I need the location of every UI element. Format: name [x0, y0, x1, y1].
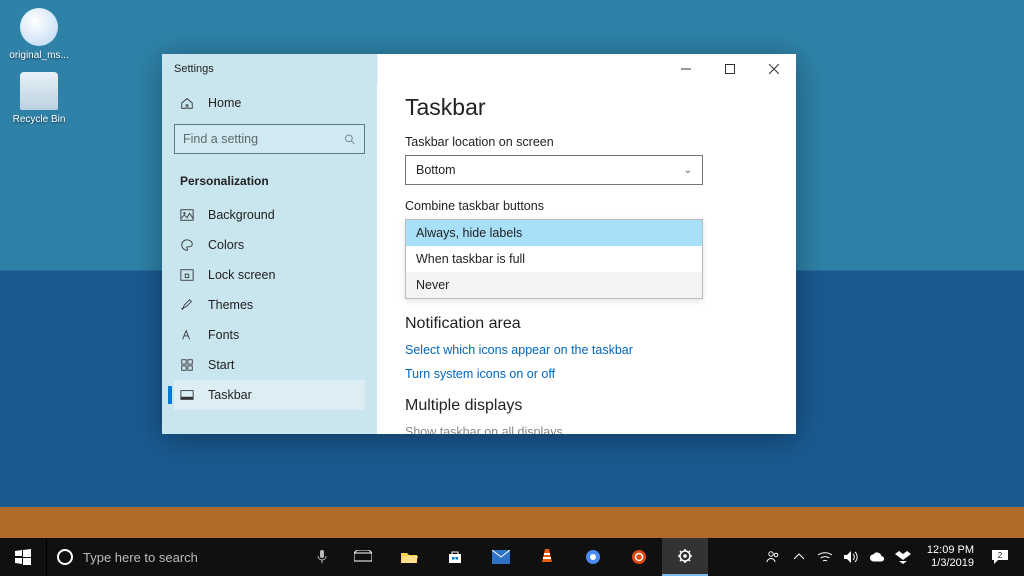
search-input[interactable]: [183, 132, 344, 146]
lock-icon: [180, 268, 194, 282]
taskbar-app-store[interactable]: [432, 538, 478, 576]
chrome-icon: [585, 549, 601, 565]
sidebar-item-taskbar[interactable]: Taskbar: [174, 380, 365, 410]
desktop-icon-label: original_ms...: [4, 50, 74, 61]
desktop-icon-mail[interactable]: original_ms...: [4, 8, 74, 61]
desktop-icon-recycle-bin[interactable]: Recycle Bin: [4, 72, 74, 125]
sidebar-item-themes[interactable]: Themes: [174, 290, 365, 320]
action-center-button[interactable]: 2: [984, 549, 1016, 565]
tray-people[interactable]: [765, 549, 781, 565]
multiple-displays-heading: Multiple displays: [405, 397, 768, 415]
combine-dropdown[interactable]: Always, hide labels When taskbar is full…: [405, 219, 703, 299]
taskbar: Type here to search: [0, 538, 1024, 576]
sidebar-item-background[interactable]: Background: [174, 200, 365, 230]
sidebar-home-label: Home: [208, 96, 241, 110]
sidebar-category: Personalization: [174, 164, 365, 200]
windows-icon: [15, 549, 31, 565]
tray-volume[interactable]: [843, 549, 859, 565]
combine-label: Combine taskbar buttons: [405, 199, 768, 213]
link-select-icons[interactable]: Select which icons appear on the taskbar: [405, 343, 768, 357]
taskbar-app-ubuntu[interactable]: [616, 538, 662, 576]
taskbar-search-placeholder: Type here to search: [83, 550, 294, 565]
titlebar[interactable]: Settings: [162, 54, 796, 84]
font-icon: [180, 328, 194, 342]
taskbar-app-explorer[interactable]: [386, 538, 432, 576]
notification-icon: 2: [991, 549, 1009, 565]
minimize-icon: [681, 64, 691, 74]
settings-window: Settings Home: [162, 54, 796, 434]
combine-option-always[interactable]: Always, hide labels: [406, 220, 702, 246]
taskbar-app-settings[interactable]: [662, 538, 708, 576]
ubuntu-icon: [631, 549, 647, 565]
tray-network[interactable]: [817, 549, 833, 565]
maximize-button[interactable]: [708, 54, 752, 84]
combine-option-whenfull[interactable]: When taskbar is full: [406, 246, 702, 272]
sidebar-item-start[interactable]: Start: [174, 350, 365, 380]
content-pane: Taskbar Taskbar location on screen Botto…: [377, 84, 796, 434]
location-label: Taskbar location on screen: [405, 135, 768, 149]
mail-icon: [20, 8, 58, 46]
sidebar-item-label: Taskbar: [208, 388, 252, 402]
search-box[interactable]: [174, 124, 365, 154]
cortana-icon: [57, 549, 73, 565]
brush-icon: [180, 298, 194, 312]
svg-text:2: 2: [998, 551, 1003, 560]
grid-icon: [180, 358, 194, 372]
location-select-value: Bottom: [416, 163, 456, 177]
multi-toggle-label: Show taskbar on all displays: [405, 425, 768, 434]
sidebar-item-colors[interactable]: Colors: [174, 230, 365, 260]
taskbar-app-vlc[interactable]: [524, 538, 570, 576]
link-system-icons[interactable]: Turn system icons on or off: [405, 367, 768, 381]
maximize-icon: [725, 64, 735, 74]
mic-icon: [316, 549, 328, 565]
sidebar-item-label: Start: [208, 358, 234, 372]
tray-overflow[interactable]: [791, 549, 807, 565]
close-button[interactable]: [752, 54, 796, 84]
sidebar-item-label: Fonts: [208, 328, 239, 342]
page-title: Taskbar: [405, 94, 768, 121]
start-button[interactable]: [0, 538, 46, 576]
store-icon: [447, 549, 463, 565]
clock-time: 12:09 PM: [927, 544, 974, 557]
close-icon: [769, 64, 779, 74]
minimize-button[interactable]: [664, 54, 708, 84]
taskbar-search[interactable]: Type here to search: [46, 538, 304, 576]
picture-icon: [180, 208, 194, 222]
tray-dropbox[interactable]: [895, 549, 911, 565]
desktop: original_ms... Recycle Bin Settings: [0, 0, 1024, 576]
sidebar-item-label: Lock screen: [208, 268, 275, 282]
cortana-mic[interactable]: [304, 538, 340, 576]
tray-onedrive[interactable]: [869, 549, 885, 565]
taskbar-app-chrome[interactable]: [570, 538, 616, 576]
combine-option-never[interactable]: Never: [406, 272, 702, 298]
sidebar-item-label: Themes: [208, 298, 253, 312]
search-icon: [344, 133, 356, 146]
location-select[interactable]: Bottom ⌄: [405, 155, 703, 185]
task-view-icon: [354, 550, 372, 564]
vlc-icon: [540, 549, 554, 565]
window-title: Settings: [174, 63, 214, 75]
sidebar: Home Personalization Background Colors: [162, 84, 377, 434]
gear-icon: [677, 548, 693, 564]
sidebar-item-label: Colors: [208, 238, 244, 252]
palette-icon: [180, 238, 194, 252]
desktop-icon-label: Recycle Bin: [4, 114, 74, 125]
home-icon: [180, 96, 194, 110]
chevron-down-icon: ⌄: [684, 165, 692, 176]
sidebar-home[interactable]: Home: [174, 88, 365, 118]
taskbar-app-mail[interactable]: [478, 538, 524, 576]
sidebar-item-lockscreen[interactable]: Lock screen: [174, 260, 365, 290]
recycle-bin-icon: [20, 72, 58, 110]
mail-icon: [492, 550, 510, 564]
notification-area-heading: Notification area: [405, 315, 768, 333]
sidebar-item-label: Background: [208, 208, 275, 222]
taskbar-icon: [180, 388, 194, 402]
task-view-button[interactable]: [340, 538, 386, 576]
folder-icon: [400, 550, 418, 564]
tray-clock[interactable]: 12:09 PM 1/3/2019: [927, 544, 974, 569]
sidebar-item-fonts[interactable]: Fonts: [174, 320, 365, 350]
system-tray: 12:09 PM 1/3/2019 2: [757, 538, 1024, 576]
clock-date: 1/3/2019: [927, 557, 974, 570]
